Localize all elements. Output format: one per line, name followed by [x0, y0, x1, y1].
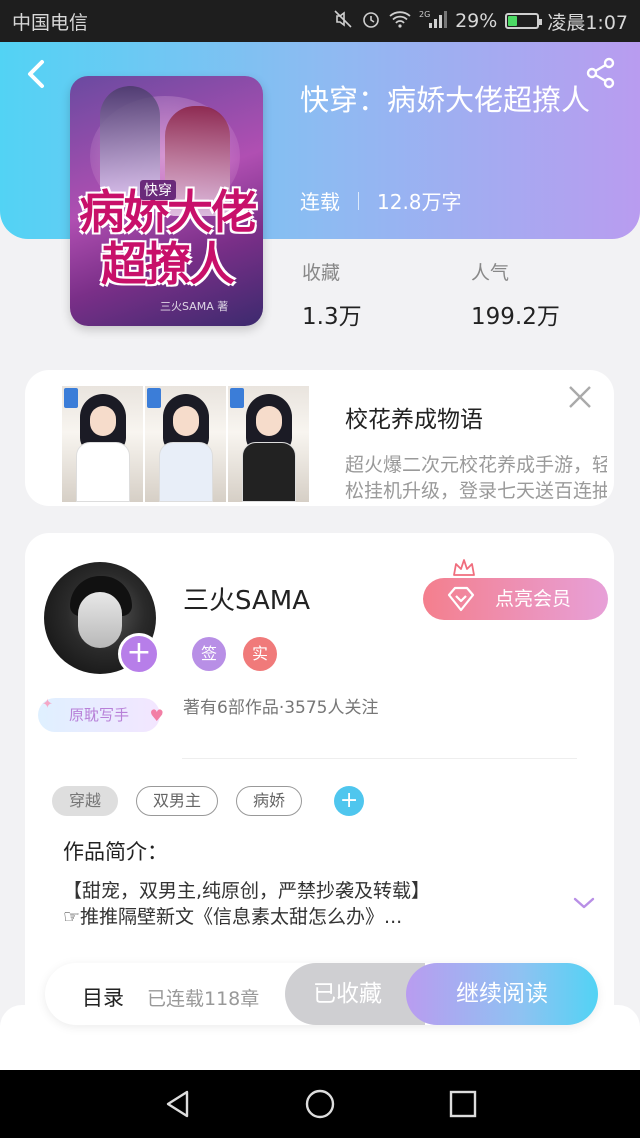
stat-favorites: 收藏 1.3万 [302, 258, 362, 331]
stat-favorites-value: 1.3万 [302, 304, 362, 330]
book-status: 连载 [300, 190, 340, 214]
ad-close-button[interactable] [566, 383, 594, 411]
ad-description-line: 松挂机升级，登录七天送百连抽 [345, 480, 607, 502]
network-type-label: 2G [419, 10, 430, 19]
chevron-left-icon [28, 60, 44, 88]
book-title: 快穿：病娇大佬超撩人 [300, 83, 591, 117]
ad-image-face [173, 406, 199, 436]
crown-icon [452, 558, 476, 578]
verified-badge: 实 [243, 637, 277, 671]
ad-image-badge [147, 388, 161, 408]
genre-tags: 穿越 双男主 病娇 + [52, 786, 365, 816]
signed-badge: 签 [192, 637, 226, 671]
chevron-down-icon [573, 897, 595, 909]
cover-author: 三火SAMA 著 [160, 300, 229, 313]
genre-tag[interactable]: 双男主 [136, 786, 219, 816]
continue-reading-button[interactable]: 继续阅读 [406, 963, 598, 1025]
ad-image-body [242, 442, 296, 502]
triangle-back-icon [166, 1090, 189, 1118]
nav-back-button[interactable] [161, 1087, 195, 1121]
collected-button[interactable]: 已收藏 [285, 963, 425, 1025]
ad-image-strip [62, 386, 309, 502]
cover-subtitle: 快穿 [140, 180, 176, 200]
clock-time: 凌晨1:07 [547, 11, 628, 34]
ad-image-badge [64, 388, 78, 408]
close-icon [569, 386, 591, 408]
intro-line: 【甜宠，双男主,纯原创，严禁抄袭及转载】 [63, 880, 431, 902]
ad-character-image [228, 386, 309, 502]
nav-recent-button[interactable] [446, 1087, 480, 1121]
author-tag-badge: ✦ 原耽写手 ♥ [38, 697, 164, 732]
intro-heading: 作品简介： [63, 840, 168, 864]
vip-button[interactable]: 点亮会员 [423, 578, 608, 620]
vip-button-label: 点亮会员 [495, 588, 572, 610]
ad-image-body [76, 442, 130, 502]
ad-character-image [145, 386, 226, 502]
alarm-icon [361, 9, 381, 34]
ad-title: 校花养成物语 [345, 407, 483, 433]
ad-description-line: 超火爆二次元校花养成手游，轻 [345, 454, 607, 476]
author-works-info: 著有6部作品·3575人关注 [183, 698, 379, 718]
carrier-name: 中国电信 [12, 11, 89, 34]
plus-icon: + [126, 635, 152, 670]
ad-description: 超火爆二次元校花养成手游，轻 松挂机升级，登录七天送百连抽 [345, 452, 607, 502]
author-name[interactable]: 三火SAMA [183, 580, 310, 617]
sparkle-icon: ✦ [42, 697, 53, 712]
signal-icon: 2G [419, 9, 448, 34]
battery-percent: 29% [455, 10, 498, 32]
avatar-face [78, 592, 122, 648]
ad-image-face [256, 406, 282, 436]
book-meta: 连载 12.8万字 [300, 186, 462, 215]
back-button[interactable] [20, 56, 56, 92]
divider [182, 758, 577, 759]
cover-title: 病娇大佬超撩人 [79, 185, 257, 291]
add-tag-button[interactable]: + [334, 786, 365, 816]
ad-image-face [90, 406, 116, 436]
author-tag-label: 原耽写手 [68, 706, 129, 724]
stat-popularity-value: 199.2万 [471, 304, 560, 330]
chapter-count[interactable]: 已连载118章 [147, 984, 259, 1011]
expand-intro-button[interactable] [572, 894, 596, 912]
ad-character-image [62, 386, 143, 502]
toc-button[interactable]: 目录 [82, 982, 124, 1012]
intro-text[interactable]: 【甜宠，双男主,纯原创，严禁抄袭及转载】 ☞推推隔壁新文《信息素太甜怎么办》..… [63, 878, 543, 930]
stat-favorites-label: 收藏 [302, 262, 341, 284]
ad-banner[interactable]: 校花养成物语 超火爆二次元校花养成手游，轻 松挂机升级，登录七天送百连抽 [25, 370, 614, 506]
intro-line: ☞推推隔壁新文《信息素太甜怎么办》... [63, 906, 403, 928]
genre-tag[interactable]: 穿越 [52, 786, 119, 816]
ad-image-body [159, 442, 213, 502]
battery-level-fill [508, 16, 518, 26]
status-bar: 中国电信 2G 29% 凌晨1:07 [0, 0, 640, 42]
mute-icon [333, 9, 353, 34]
book-word-count: 12.8万字 [377, 190, 462, 214]
genre-tag[interactable]: 病娇 [236, 786, 303, 816]
battery-icon [505, 13, 543, 29]
status-icons: 2G 29% 凌晨1:07 [333, 8, 628, 35]
meta-divider [358, 191, 359, 210]
system-nav-bar [0, 1070, 640, 1138]
nav-home-button[interactable] [303, 1087, 337, 1121]
diamond-icon [447, 586, 475, 612]
circle-home-icon [305, 1089, 335, 1119]
book-cover[interactable]: 病娇大佬超撩人 快穿 三火SAMA 著 [70, 76, 263, 326]
stat-popularity: 人气 199.2万 [471, 258, 560, 331]
plus-icon: + [339, 788, 359, 813]
stat-popularity-label: 人气 [471, 262, 510, 284]
follow-author-button[interactable]: + [118, 633, 160, 675]
square-recent-icon [449, 1090, 477, 1118]
ad-image-badge [230, 388, 244, 408]
heart-icon: ♥ [149, 706, 164, 725]
wifi-icon [389, 10, 411, 33]
